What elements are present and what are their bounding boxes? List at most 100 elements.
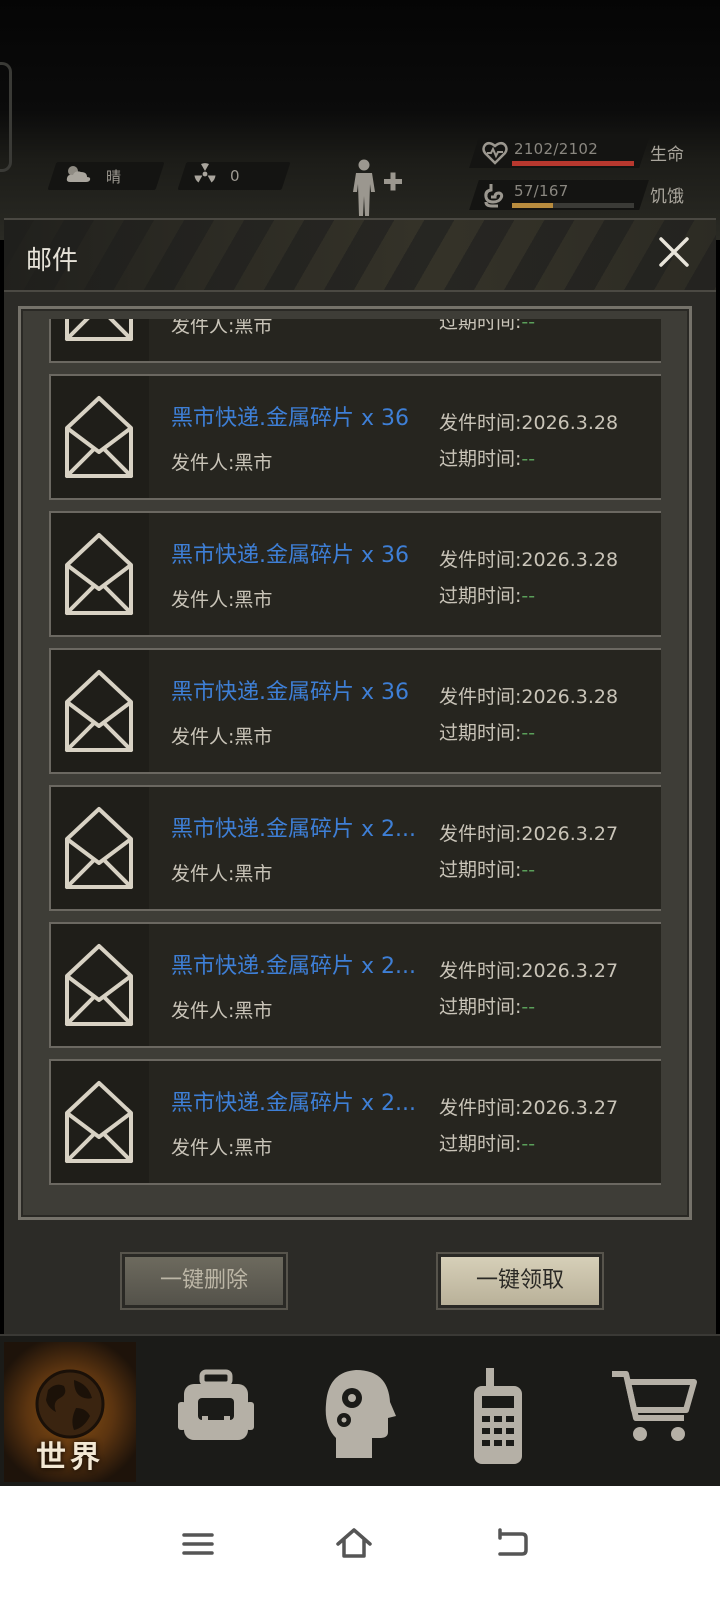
radiation-chip[interactable]: 0 xyxy=(177,162,291,190)
mail-item[interactable]: 黑市快递.塑料 x 200发件人:黑市发件时间:2026.3.28过期时间:-- xyxy=(49,319,661,363)
mail-item-expire-value: -- xyxy=(521,859,536,881)
body-status-button[interactable] xyxy=(346,158,410,218)
mail-item-sender: 发件人:黑市 xyxy=(171,589,273,611)
mail-item-expire-time: 过期时间:-- xyxy=(439,444,535,471)
nav-item-radio[interactable] xyxy=(436,1342,568,1482)
mail-item-title: 黑市快递.金属碎片 x 36 xyxy=(171,680,409,705)
mail-item-sent-time: 发件时间:2026.3.27 xyxy=(439,1097,619,1119)
close-icon xyxy=(659,237,689,267)
mail-list[interactable]: 黑市快递.塑料 x 200发件人:黑市发件时间:2026.3.28过期时间:--… xyxy=(35,319,661,1197)
close-button[interactable] xyxy=(656,234,692,270)
mail-item-expire-value: -- xyxy=(521,1133,536,1155)
envelope-open-icon xyxy=(65,319,133,341)
mail-item[interactable]: 黑市快递.金属碎片 x 2... 发件人:黑市 发件时间:2026.3.27 过期时间… xyxy=(49,1059,661,1185)
mail-icon-box xyxy=(51,650,149,772)
mail-icon-box xyxy=(51,924,149,1046)
mail-item-expire-time: 过期时间:-- xyxy=(439,581,535,608)
mail-item-sent-time: 发件时间:2026.3.28 xyxy=(439,412,619,434)
mail-item-expire-label: 过期时间: xyxy=(439,859,522,881)
mail-item-expire-label: 过期时间: xyxy=(439,996,522,1018)
delete-all-button[interactable]: 一键删除 xyxy=(122,1254,286,1308)
claim-all-button[interactable]: 一键领取 xyxy=(438,1254,602,1308)
system-nav-bar xyxy=(0,1486,720,1600)
mail-item-sender: 发件人:黑市 xyxy=(171,726,273,748)
mail-panel: 邮件 黑市快递.塑料 x 200发件人:黑市发件时间:2026.3.28过期时间… xyxy=(4,218,716,1334)
mail-item-sender: 发件人:黑市 xyxy=(171,1000,273,1022)
cart-icon xyxy=(612,1371,697,1441)
body-plus-icon xyxy=(353,159,402,216)
envelope-open-icon xyxy=(65,533,133,615)
mail-icon-box xyxy=(51,787,149,909)
mail-icon-box xyxy=(51,376,149,498)
backpack-icon xyxy=(178,1369,254,1440)
envelope-open-icon xyxy=(65,944,133,1026)
menu-icon xyxy=(182,1533,214,1555)
back-icon xyxy=(498,1528,528,1556)
mail-item-sender: 发件人:黑市 xyxy=(171,452,273,474)
hunger-bar xyxy=(512,203,634,208)
mail-item-expire-label: 过期时间: xyxy=(439,722,522,744)
heart-icon xyxy=(482,142,508,165)
mail-item-expire-value: -- xyxy=(521,722,536,744)
radio-icon xyxy=(474,1368,522,1464)
mail-item-expire-time: 过期时间:-- xyxy=(439,1129,535,1156)
mail-title: 邮件 xyxy=(26,246,79,276)
mail-item-expire-time: 过期时间:-- xyxy=(439,718,535,745)
weather-label: 晴 xyxy=(106,167,122,186)
bottom-nav: 世界 xyxy=(0,1334,720,1486)
globe-icon xyxy=(35,1369,105,1439)
home-icon xyxy=(336,1528,372,1558)
mail-item-expire-label: 过期时间: xyxy=(439,585,522,607)
mail-item-expire-label: 过期时间: xyxy=(439,319,522,333)
envelope-open-icon xyxy=(65,1081,133,1163)
radiation-value: 0 xyxy=(230,167,240,185)
mail-item-title: 黑市快递.金属碎片 x 36 xyxy=(171,406,409,431)
mail-icon-box xyxy=(51,513,149,635)
nav-item-skills[interactable] xyxy=(292,1342,424,1482)
mail-item-expire-time: 过期时间:-- xyxy=(439,992,535,1019)
system-back-button[interactable] xyxy=(492,1524,532,1564)
mail-item-expire-label: 过期时间: xyxy=(439,448,522,470)
mail-item[interactable]: 黑市快递.金属碎片 x 2... 发件人:黑市 发件时间:2026.3.27 过期时间… xyxy=(49,785,661,911)
mail-item-expire-time: 过期时间:-- xyxy=(439,855,535,882)
mail-item-expire-label: 过期时间: xyxy=(439,1133,522,1155)
nav-item-backpack[interactable] xyxy=(148,1342,280,1482)
mail-item-expire-value: -- xyxy=(521,585,536,607)
mail-item-sender: 发件人:黑市 xyxy=(171,863,273,885)
system-home-button[interactable] xyxy=(334,1524,374,1564)
hunger-status: 57/167 饥饿 xyxy=(469,178,710,212)
mail-item-sent-time: 发件时间:2026.3.28 xyxy=(439,549,619,571)
stomach-icon xyxy=(484,184,504,208)
head-gears-icon xyxy=(325,1370,396,1458)
system-menu-button[interactable] xyxy=(178,1524,218,1564)
mail-item-title: 黑市快递.金属碎片 x 2... xyxy=(171,954,416,979)
mail-item[interactable]: 黑市快递.金属碎片 x 36 发件人:黑市 发件时间:2026.3.28 过期时间:-… xyxy=(49,511,661,637)
mail-item[interactable]: 黑市快递.金属碎片 x 2... 发件人:黑市 发件时间:2026.3.27 过期时间… xyxy=(49,922,661,1048)
hp-status: 2102/2102 生命 xyxy=(469,136,710,170)
mail-item[interactable]: 黑市快递.金属碎片 x 36 发件人:黑市 发件时间:2026.3.28 过期时间:-… xyxy=(49,648,661,774)
envelope-open-icon xyxy=(65,396,133,478)
hunger-label: 饥饿 xyxy=(650,187,684,207)
mail-item-sent-time: 发件时间:2026.3.27 xyxy=(439,823,619,845)
hp-value: 2102/2102 xyxy=(514,140,599,158)
side-panel-edge[interactable] xyxy=(0,62,12,172)
mail-item-sender: 发件人:黑市 xyxy=(171,1137,273,1159)
mail-item[interactable]: 黑市快递.金属碎片 x 36 发件人:黑市 发件时间:2026.3.28 过期时间:-… xyxy=(49,374,661,500)
weather-chip[interactable]: 晴 xyxy=(47,162,165,190)
mail-list-frame: 黑市快递.塑料 x 200发件人:黑市发件时间:2026.3.28过期时间:--… xyxy=(18,306,692,1220)
hp-label: 生命 xyxy=(650,145,684,165)
nav-item-world[interactable]: 世界 xyxy=(4,1342,136,1482)
mail-item-sent-time: 发件时间:2026.3.28 xyxy=(439,686,619,708)
mail-icon-box xyxy=(51,1061,149,1183)
mail-header: 邮件 xyxy=(4,220,716,292)
nav-item-shop[interactable] xyxy=(580,1342,712,1482)
envelope-open-icon xyxy=(65,807,133,889)
envelope-open-icon xyxy=(65,670,133,752)
mail-icon-box xyxy=(51,319,149,361)
hp-bar xyxy=(512,161,634,166)
mail-item-title: 黑市快递.金属碎片 x 2... xyxy=(171,1091,416,1116)
hunger-value: 57/167 xyxy=(514,182,569,200)
mail-item-expire-value: -- xyxy=(521,996,536,1018)
mail-item-sent-time: 发件时间:2026.3.27 xyxy=(439,960,619,982)
mail-item-expire-value: -- xyxy=(521,448,536,470)
